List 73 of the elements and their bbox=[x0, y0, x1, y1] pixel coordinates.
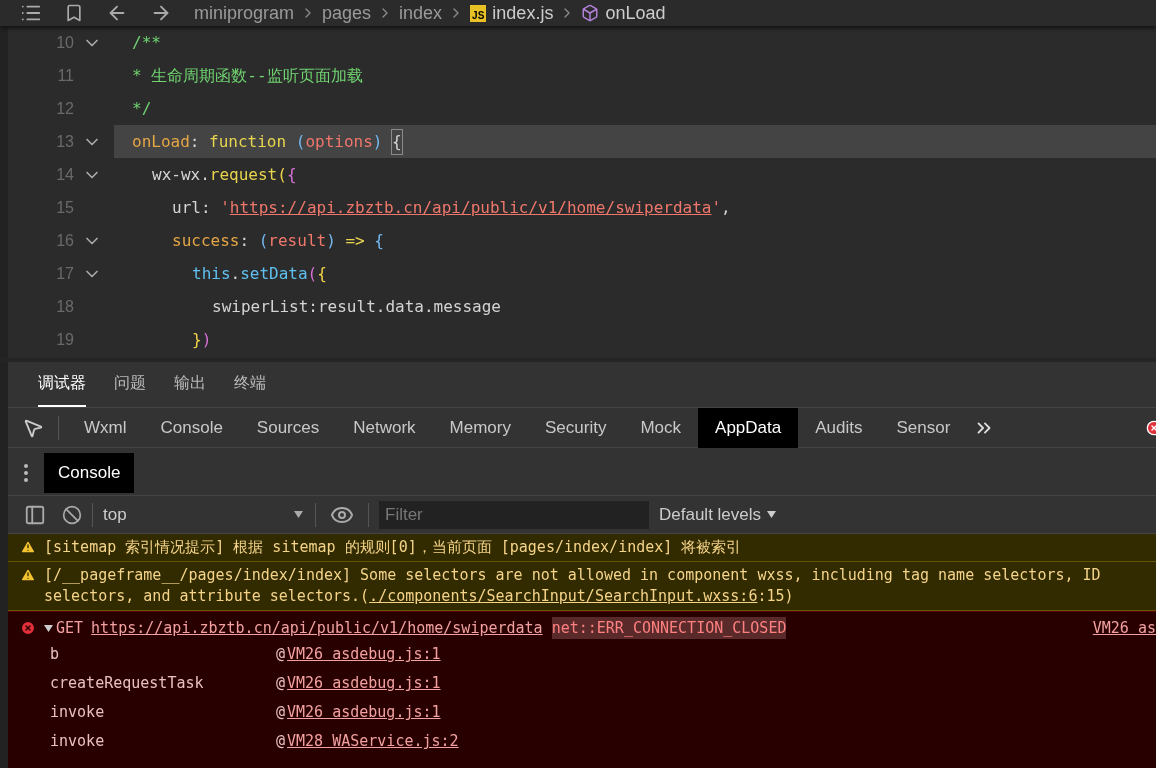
devtools-tab[interactable]: Wxml bbox=[67, 407, 144, 448]
cube-icon bbox=[581, 4, 600, 22]
request-method: GET bbox=[56, 617, 84, 639]
breadcrumb-item[interactable]: miniprogram bbox=[194, 0, 295, 27]
line-number: 14 bbox=[55, 164, 74, 185]
stack-function: invoke bbox=[50, 702, 106, 724]
line-number: 12 bbox=[55, 98, 74, 119]
breadcrumb-item[interactable]: index.js bbox=[492, 0, 554, 27]
at-sign: @ bbox=[276, 644, 286, 666]
at-sign: @ bbox=[276, 731, 286, 753]
devtools-tab[interactable]: Memory bbox=[432, 407, 528, 448]
devtools-tab[interactable]: Sources bbox=[239, 407, 337, 448]
bookmark-icon[interactable] bbox=[64, 3, 84, 23]
breadcrumb-item[interactable]: onLoad bbox=[605, 0, 666, 27]
source-link[interactable]: ./components/SearchInput/SearchInput.wxss:6 bbox=[369, 587, 758, 605]
line-number: 10 bbox=[55, 32, 74, 53]
error-icon bbox=[20, 620, 36, 636]
panel-tab[interactable]: 输出 bbox=[174, 371, 206, 407]
panel-tab[interactable]: 调试器 bbox=[38, 371, 86, 407]
devtools-tab[interactable]: Mock bbox=[623, 407, 699, 448]
breadcrumb-item[interactable]: index bbox=[399, 0, 443, 27]
source-link[interactable]: VM26 asdebug.js:1 bbox=[287, 701, 441, 724]
code-line: * 生命周期函数--监听页面加载 bbox=[131, 64, 364, 87]
devtools-tab[interactable]: Security bbox=[528, 407, 624, 448]
at-sign: @ bbox=[276, 673, 286, 695]
source-link[interactable]: VM26 as bbox=[1092, 616, 1156, 640]
code-line: swiperList:result.data.message bbox=[211, 295, 502, 318]
message-text: [sitemap 索引情况提示] 根据 sitemap 的规则[0]，当前页面 [pages/index/index] 将被索引 bbox=[44, 537, 742, 558]
dropdown-triangle-icon[interactable] bbox=[294, 510, 303, 519]
stack-function: b bbox=[50, 644, 61, 666]
warning-icon bbox=[20, 539, 36, 555]
kebab-menu-icon[interactable] bbox=[24, 463, 28, 482]
at-sign: @ bbox=[276, 702, 286, 724]
dropdown-triangle-icon[interactable] bbox=[767, 510, 777, 519]
panel-tab[interactable]: 问题 bbox=[114, 371, 146, 407]
line-number: 16 bbox=[55, 230, 74, 251]
source-link[interactable]: VM26 asdebug.js:1 bbox=[287, 672, 441, 695]
message-text: [/__pageframe__/pages/index/index] Some selectors are not allowed in component wxss, including tag name selectors, ID selectors, and attribute selectors.(./components/SearchInput/SearchInput.wxss:6:15) bbox=[44, 565, 1102, 607]
breadcrumb-item[interactable]: pages bbox=[322, 0, 372, 27]
clear-console-icon[interactable] bbox=[62, 504, 82, 525]
devtools-tab[interactable]: Audits bbox=[798, 407, 880, 448]
code-line: /** bbox=[131, 31, 162, 54]
line-number: 11 bbox=[56, 65, 74, 86]
code-line: wx-wx.request({ bbox=[151, 163, 298, 186]
devtools-tab[interactable]: Console bbox=[143, 407, 240, 448]
sidebar-toggle-icon[interactable] bbox=[24, 503, 46, 526]
levels-dropdown[interactable]: Default levels bbox=[659, 501, 777, 528]
code-line: url: 'https://api.zbztb.cn/api/public/v1/home/swiperdata', bbox=[171, 196, 732, 219]
devtools-tab[interactable]: AppData bbox=[698, 407, 799, 448]
warning-icon bbox=[20, 567, 36, 583]
source-link[interactable]: VM28 WAService.js:2 bbox=[287, 730, 459, 753]
line-number: 15 bbox=[55, 197, 74, 218]
stack-function: createRequestTask bbox=[50, 673, 205, 695]
drawer-tab[interactable]: Console bbox=[44, 452, 135, 493]
line-number: 13 bbox=[55, 131, 74, 152]
line-number: 17 bbox=[55, 263, 74, 284]
filter-field[interactable]: Filter bbox=[379, 500, 649, 529]
code-line: */ bbox=[131, 97, 153, 120]
code-line: }) bbox=[191, 328, 213, 351]
js-file-icon: JS bbox=[470, 4, 487, 22]
source-link[interactable]: VM26 asdebug.js:1 bbox=[287, 643, 441, 666]
panel-tab[interactable]: 终端 bbox=[234, 371, 266, 407]
line-number: 18 bbox=[55, 296, 74, 317]
source-link[interactable]: https://api.zbztb.cn/api/public/v1/home/swiperdata bbox=[91, 616, 543, 640]
context-select[interactable]: top bbox=[103, 501, 303, 528]
code-line: this.setData({ bbox=[191, 262, 328, 285]
devtools-tab[interactable]: Sensor bbox=[879, 407, 968, 448]
line-number: 19 bbox=[55, 329, 74, 350]
code-line: success: (result) => { bbox=[171, 229, 385, 252]
stack-function: invoke bbox=[50, 731, 106, 753]
devtools-tab[interactable]: Network bbox=[336, 407, 433, 448]
error-code: net::ERR_CONNECTION_CLOSED bbox=[551, 616, 787, 640]
expand-triangle-icon[interactable] bbox=[44, 623, 53, 633]
